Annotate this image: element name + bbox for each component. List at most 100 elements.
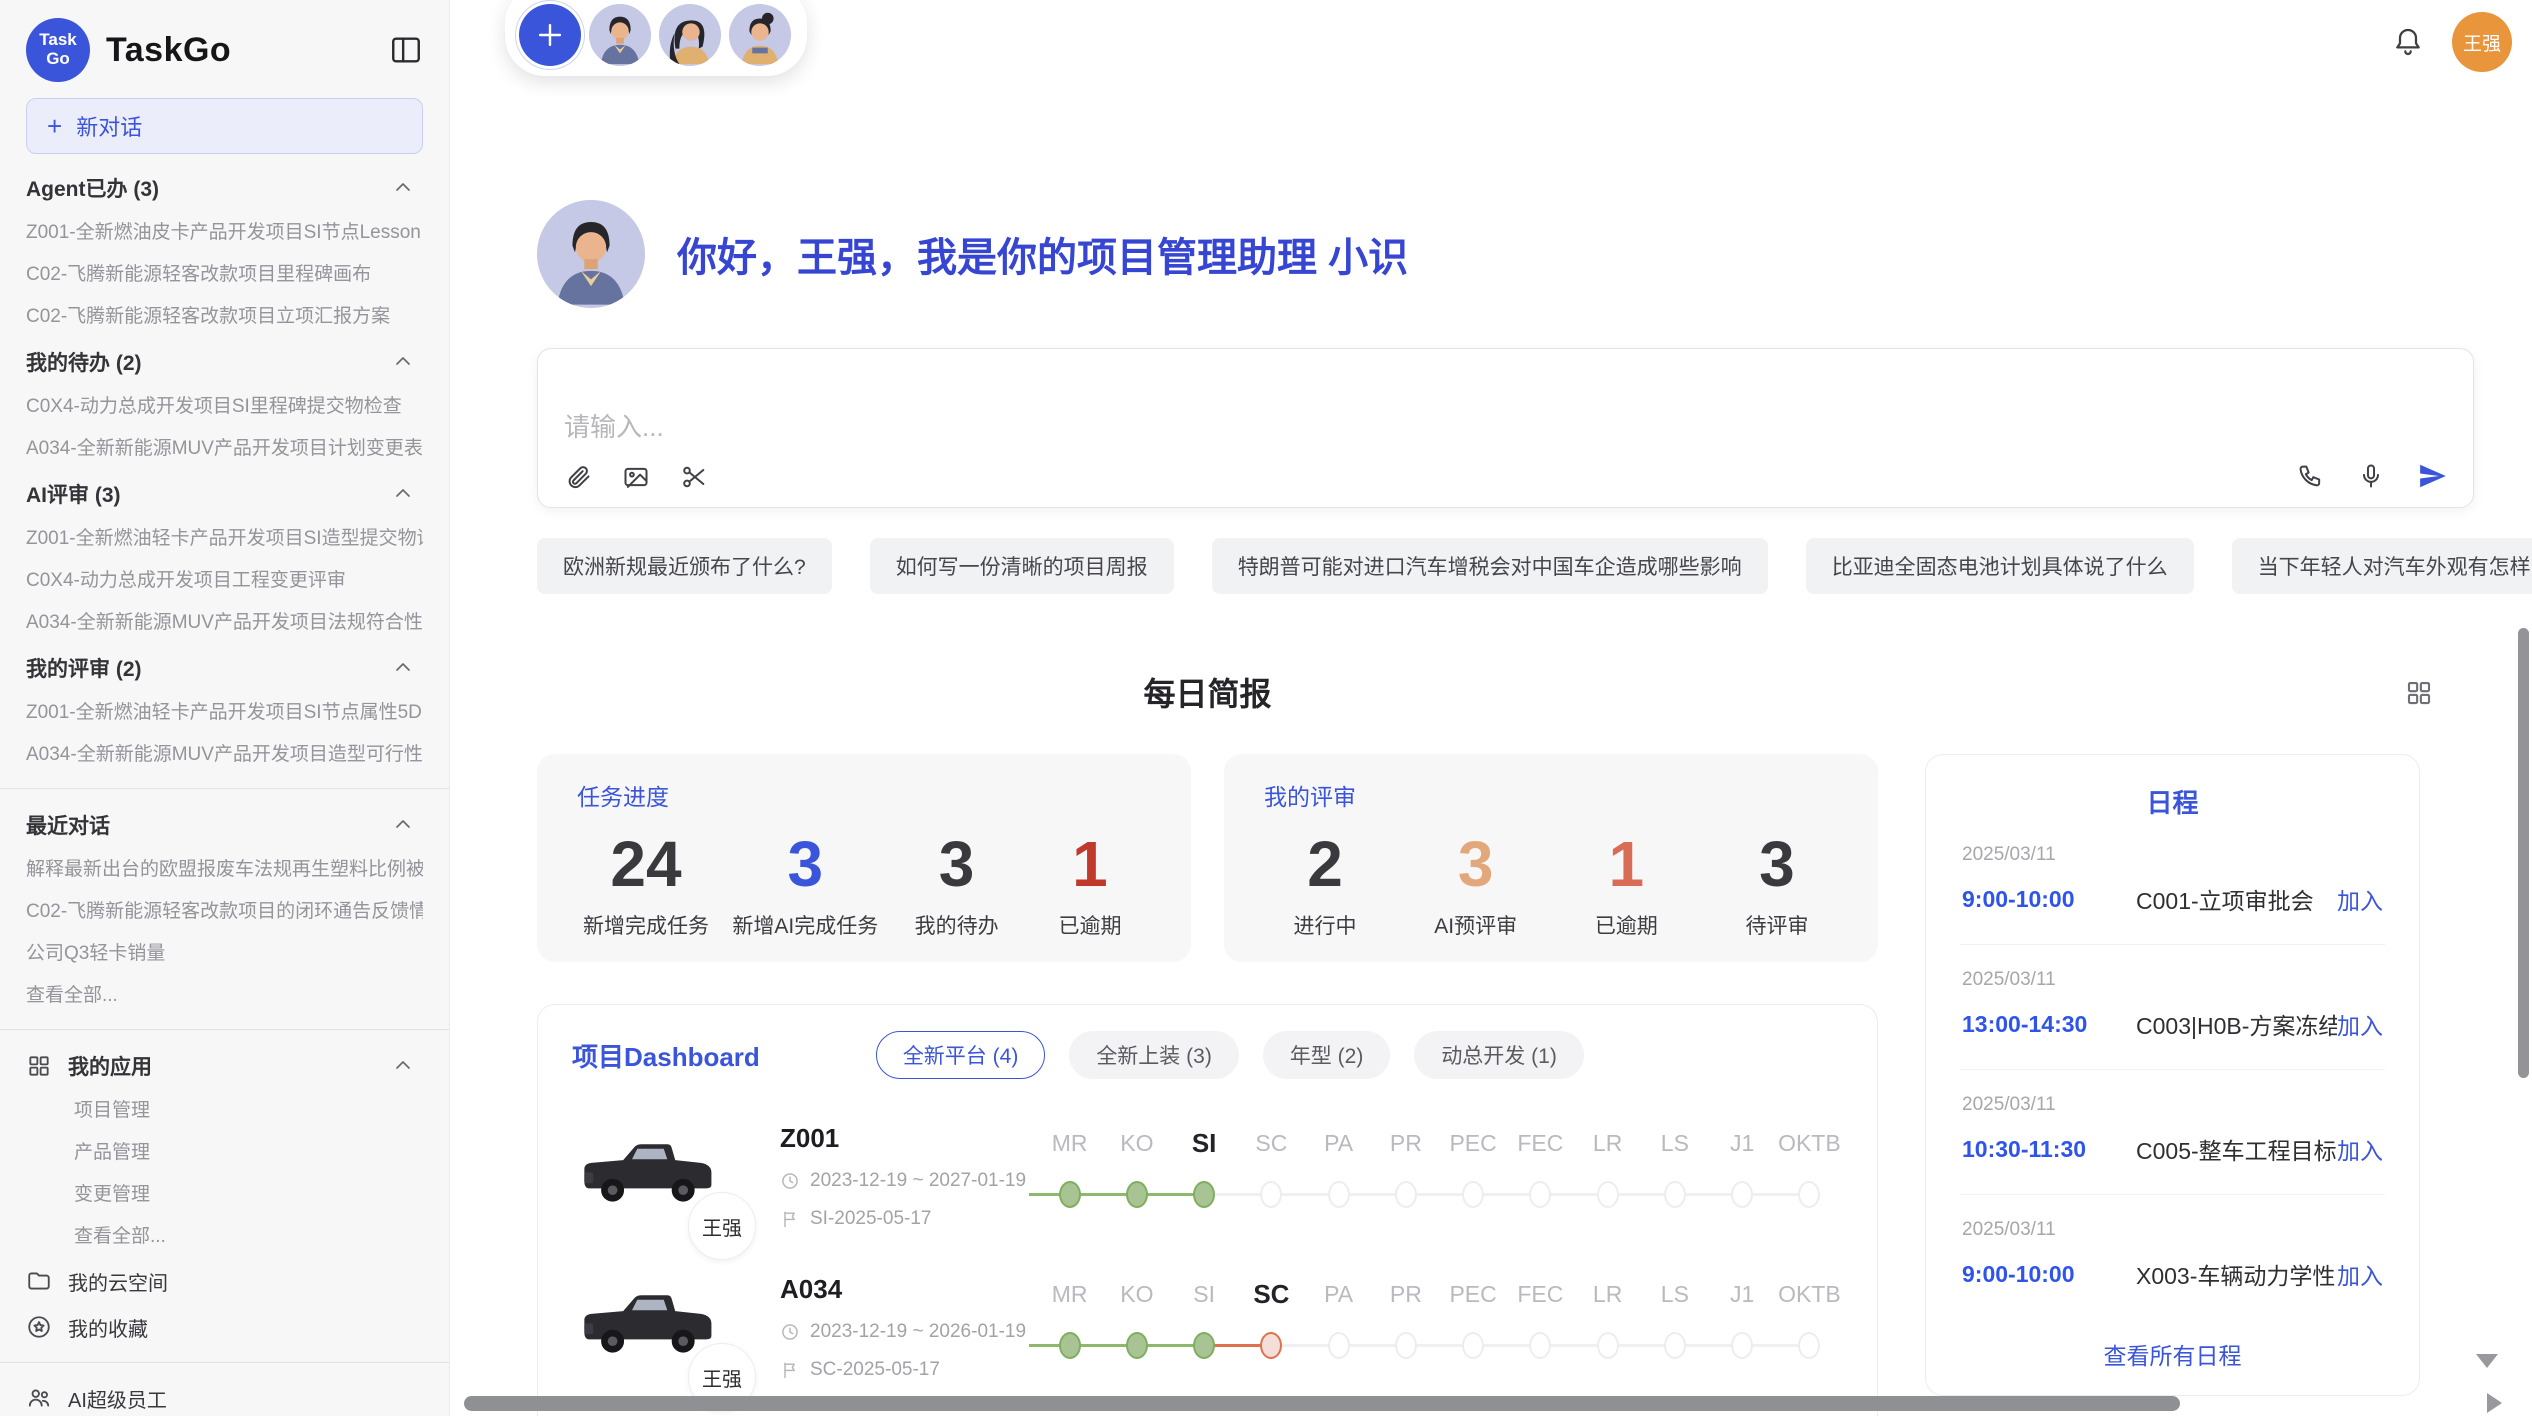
app-item[interactable]: 查看全部...: [26, 1216, 423, 1258]
suggestion-chip[interactable]: 特朗普可能对进口汽车增税会对中国车企造成哪些影响: [1212, 538, 1768, 594]
milestone-PR: PR: [1372, 1276, 1439, 1368]
sidebar-item[interactable]: C02-飞腾新能源轻客改款项目里程碑画布: [26, 254, 423, 296]
sidebar-item[interactable]: A034-全新新能源MUV产品开发项目法规符合性评审: [26, 602, 423, 644]
grid-icon: [26, 1053, 52, 1079]
mic-icon[interactable]: [2357, 462, 2385, 490]
join-meeting-link[interactable]: 加入: [2337, 882, 2383, 916]
bell-icon[interactable]: [2392, 26, 2424, 58]
milestone-MR: MR: [1036, 1276, 1103, 1368]
sidebar-section-header[interactable]: Agent已办 (3): [26, 164, 423, 212]
stat-row: 2进行中3AI预评审1已逾期3待评审: [1264, 828, 1838, 940]
briefing-columns: 任务进度24新增完成任务3新增AI完成任务3我的待办1已逾期我的评审2进行中3A…: [537, 754, 2474, 1416]
milestone-label: MR: [1036, 1125, 1103, 1161]
sidebar-item[interactable]: Z001-全新燃油轻卡产品开发项目SI节点属性5D文件评审: [26, 692, 423, 734]
add-agent-button[interactable]: [519, 4, 581, 66]
phone-icon[interactable]: [2297, 462, 2325, 490]
stat-label: 已逾期: [1035, 910, 1145, 940]
join-meeting-link[interactable]: 加入: [2337, 1007, 2383, 1041]
app-item[interactable]: 产品管理: [26, 1132, 423, 1174]
quick-agents-pill: [505, 0, 807, 76]
stat: 3AI预评审: [1421, 828, 1531, 940]
sidebar-section-header[interactable]: 我的待办 (2): [26, 338, 423, 386]
schedule-line: 9:00-10:00C001-立项审批会加入: [1962, 882, 2383, 916]
chevron-up-icon[interactable]: [391, 350, 415, 374]
milestone-dot: [1529, 1181, 1551, 1208]
suggestion-chip[interactable]: 比亚迪全固态电池计划具体说了什么: [1806, 538, 2194, 594]
join-meeting-link[interactable]: 加入: [2337, 1257, 2383, 1291]
chevron-up-icon[interactable]: [391, 482, 415, 506]
new-chat-button[interactable]: + 新对话: [26, 98, 423, 154]
sidebar-section-header[interactable]: AI评审 (3): [26, 470, 423, 518]
milestone-label: PEC: [1440, 1276, 1507, 1312]
star-badge-icon: [26, 1314, 52, 1340]
image-icon[interactable]: [622, 463, 650, 491]
schedule-line: 9:00-10:00X003-车辆动力学性能验...加入: [1962, 1257, 2383, 1291]
layout-grid-icon[interactable]: [2404, 678, 2434, 708]
chevron-up-icon[interactable]: [391, 176, 415, 200]
message-composer: [537, 348, 2474, 508]
recent-chat-item[interactable]: C02-飞腾新能源轻客改款项目的闭环通告反馈情况: [26, 891, 423, 933]
vertical-scrollbar-thumb[interactable]: [2518, 628, 2529, 1078]
my-apps-header[interactable]: 我的应用: [26, 1042, 423, 1090]
project-info: Z0012023-12-19 ~ 2027-01-19SI-2025-05-17: [780, 1123, 1030, 1230]
horizontal-scrollbar-thumb[interactable]: [464, 1396, 2180, 1411]
agent-avatar-2[interactable]: [659, 4, 721, 66]
chevron-up-icon[interactable]: [391, 1054, 415, 1078]
sidebar-item[interactable]: A034-全新新能源MUV产品开发项目计划变更表编写: [26, 428, 423, 470]
sidebar-link-我的云空间[interactable]: 我的云空间: [26, 1258, 423, 1304]
sidebar: Task Go TaskGo + 新对话 Agent已办 (3)Z001-全新燃…: [0, 0, 450, 1416]
suggestion-chip[interactable]: 如何写一份清晰的项目周报: [870, 538, 1174, 594]
view-all-schedule-link[interactable]: 查看所有日程: [1960, 1337, 2385, 1371]
join-meeting-link[interactable]: 加入: [2337, 1132, 2383, 1166]
agent-avatar-3[interactable]: [729, 4, 791, 66]
milestone-label: SC: [1238, 1125, 1305, 1161]
sidebar-section-header[interactable]: 我的评审 (2): [26, 644, 423, 692]
collapse-sidebar-icon[interactable]: [389, 33, 423, 67]
schedule-item: 2025/03/1110:30-11:30C005-整车工程目标评审加入: [1960, 1070, 2385, 1195]
sidebar-item[interactable]: Z001-全新燃油轻卡产品开发项目SI造型提交物评审: [26, 518, 423, 560]
sidebar-item[interactable]: A034-全新新能源MUV产品开发项目造型可行性评审: [26, 734, 423, 776]
suggestion-chip[interactable]: 欧洲新规最近颁布了什么?: [537, 538, 832, 594]
dashboard-filter[interactable]: 年型 (2): [1263, 1031, 1391, 1079]
suggestion-chip[interactable]: 当下年轻人对汽车外观有怎样的喜好趋势: [2232, 538, 2532, 594]
chevron-up-icon[interactable]: [391, 813, 415, 837]
recent-chat-item[interactable]: 查看全部...: [26, 975, 423, 1017]
sidebar-item[interactable]: Z001-全新燃油皮卡产品开发项目SI节点Lesson Learn报告: [26, 212, 423, 254]
milestone-label: SI: [1171, 1276, 1238, 1312]
dashboard-filter[interactable]: 全新上装 (3): [1069, 1031, 1239, 1079]
dashboard-filter[interactable]: 动总开发 (1): [1414, 1031, 1584, 1079]
sidebar-item[interactable]: C0X4-动力总成开发项目工程变更评审: [26, 560, 423, 602]
milestone-dot: [1395, 1181, 1417, 1208]
paperclip-icon[interactable]: [564, 463, 592, 491]
project-name: Z001: [780, 1123, 1030, 1154]
project-row: 王强A0342023-12-19 ~ 2026-01-19SC-2025-05-…: [572, 1274, 1843, 1381]
project-dates: 2023-12-19 ~ 2026-01-19: [810, 1321, 1026, 1343]
milestone-label: LR: [1574, 1125, 1641, 1161]
milestone-label: PEC: [1440, 1125, 1507, 1161]
recent-chats-header[interactable]: 最近对话: [26, 801, 423, 849]
chevron-up-icon[interactable]: [391, 656, 415, 680]
project-rows: 王强Z0012023-12-19 ~ 2027-01-19SI-2025-05-…: [572, 1123, 1843, 1416]
recent-chat-item[interactable]: 公司Q3轻卡销量: [26, 933, 423, 975]
suggestion-chips: 欧洲新规最近颁布了什么? 如何写一份清晰的项目周报特朗普可能对进口汽车增税会对中国…: [537, 538, 2474, 594]
message-input[interactable]: [564, 407, 2447, 455]
sidebar-item[interactable]: C02-飞腾新能源轻客改款项目立项汇报方案: [26, 296, 423, 338]
dashboard-filters: 全新平台 (4) 全新上装 (3) 年型 (2) 动总开发 (1): [876, 1031, 1584, 1079]
project-name: A034: [780, 1274, 1030, 1305]
scroll-right-arrow[interactable]: [2487, 1393, 2502, 1413]
stat-value: 3: [1421, 828, 1531, 902]
sidebar-link-我的收藏[interactable]: 我的收藏: [26, 1304, 423, 1350]
user-avatar[interactable]: 王强: [2452, 12, 2512, 72]
sidebar-tool-AI超级员工[interactable]: AI超级员工: [26, 1375, 423, 1416]
sidebar-item[interactable]: C0X4-动力总成开发项目SI里程碑提交物检查: [26, 386, 423, 428]
greeting-text: 你好，王强，我是你的项目管理助理 小识: [677, 225, 1408, 283]
dashboard-filter[interactable]: 全新平台 (4): [876, 1031, 1046, 1079]
agent-avatar-1[interactable]: [589, 4, 651, 66]
app-logo: Task Go: [26, 18, 90, 82]
scroll-down-arrow[interactable]: [2476, 1354, 2498, 1368]
recent-chat-item[interactable]: 解释最新出台的欧盟报废车法规再生塑料比例被调至15%...: [26, 849, 423, 891]
app-item[interactable]: 变更管理: [26, 1174, 423, 1216]
send-icon[interactable]: [2417, 461, 2447, 491]
app-item[interactable]: 项目管理: [26, 1090, 423, 1132]
scissors-icon[interactable]: [680, 463, 708, 491]
